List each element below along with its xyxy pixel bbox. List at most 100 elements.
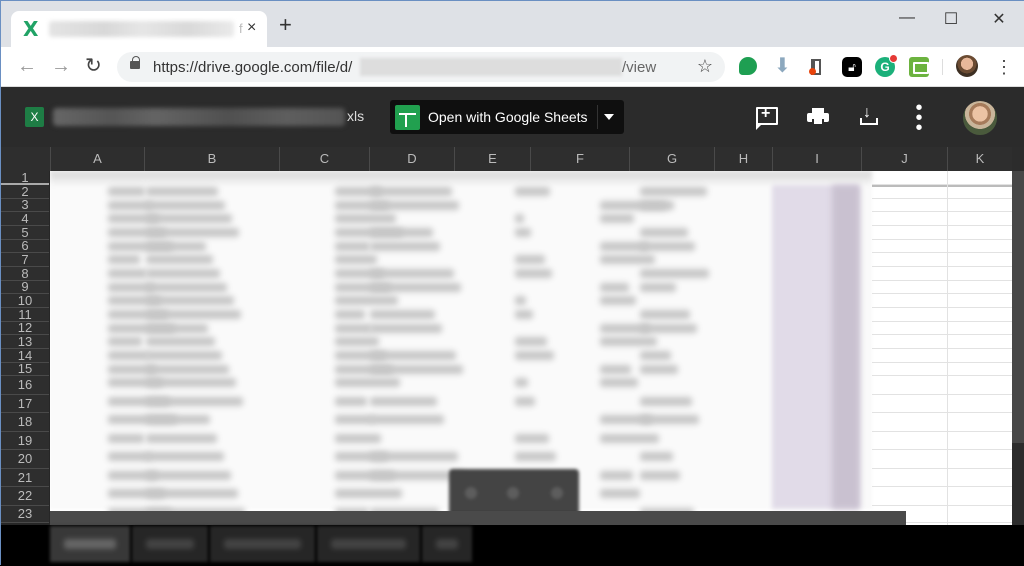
sheet-tab[interactable] bbox=[132, 526, 208, 562]
gridline bbox=[872, 307, 1012, 308]
maximize-button[interactable]: ☐ bbox=[941, 9, 961, 29]
redacted-cell bbox=[600, 337, 657, 346]
redacted-cell bbox=[146, 351, 222, 360]
column-header-i[interactable]: I bbox=[772, 147, 861, 171]
row-header-17[interactable]: 17 bbox=[1, 395, 49, 413]
column-header-h[interactable]: H bbox=[714, 147, 772, 171]
row-header-7[interactable]: 7 bbox=[1, 253, 49, 267]
row-header-19[interactable]: 19 bbox=[1, 432, 49, 450]
redacted-cell bbox=[370, 283, 461, 292]
column-header-k[interactable]: K bbox=[947, 147, 1012, 171]
redacted-cell bbox=[108, 255, 140, 264]
back-button[interactable]: ← bbox=[17, 55, 37, 77]
download-icon[interactable]: ↓ bbox=[859, 105, 879, 126]
redacted-cell bbox=[108, 269, 147, 278]
sheet-tab-label-redacted bbox=[64, 539, 116, 549]
redacted-cell bbox=[370, 351, 456, 360]
add-comment-icon[interactable] bbox=[756, 105, 778, 130]
redacted-cell bbox=[335, 324, 372, 333]
hangouts-icon[interactable] bbox=[739, 57, 757, 75]
row-header-1[interactable]: 1 bbox=[1, 171, 49, 185]
row-header-18[interactable]: 18 bbox=[1, 413, 49, 432]
reload-button[interactable]: ↻ bbox=[85, 55, 102, 77]
print-icon[interactable] bbox=[807, 108, 829, 126]
gridline bbox=[872, 225, 1012, 226]
redacted-cell bbox=[370, 452, 458, 461]
lock-extension-icon[interactable]: 🔓︎ bbox=[842, 57, 862, 77]
redacted-cell bbox=[146, 255, 213, 264]
minimize-button[interactable]: — bbox=[897, 9, 917, 27]
redacted-cell bbox=[108, 434, 144, 443]
zoom-toolbar[interactable] bbox=[449, 469, 579, 517]
gridline bbox=[872, 431, 1012, 432]
row-header-22[interactable]: 22 bbox=[1, 487, 49, 506]
horizontal-scrollbar[interactable] bbox=[50, 511, 906, 525]
browser-window: X f × + — ☐ ✕ ← → ↻ https://drive.google… bbox=[0, 0, 1024, 566]
column-header-b[interactable]: B bbox=[144, 147, 279, 171]
zoom-reset-icon[interactable] bbox=[507, 487, 519, 499]
gridline bbox=[872, 505, 1012, 506]
row-header-20[interactable]: 20 bbox=[1, 450, 49, 469]
tab-close-icon[interactable]: × bbox=[247, 19, 256, 37]
chevron-down-icon[interactable] bbox=[604, 114, 614, 120]
chrome-menu-icon[interactable]: ⋮ bbox=[995, 56, 1013, 78]
redacted-cell bbox=[146, 187, 218, 196]
row-header-10[interactable]: 10 bbox=[1, 294, 49, 308]
redacted-cell bbox=[640, 365, 678, 374]
row-header-23[interactable]: 23 bbox=[1, 506, 49, 523]
column-header-f[interactable]: F bbox=[530, 147, 629, 171]
vertical-scrollbar-thumb[interactable] bbox=[1012, 171, 1024, 443]
redacted-cell bbox=[640, 324, 697, 333]
redacted-cell bbox=[370, 269, 454, 278]
sheet-tab[interactable] bbox=[422, 526, 472, 562]
account-avatar[interactable] bbox=[963, 101, 997, 135]
redacted-cell bbox=[600, 365, 631, 374]
new-tab-button[interactable]: + bbox=[279, 14, 292, 36]
gridline bbox=[872, 293, 1012, 294]
download-arrow-icon[interactable]: ⬇ bbox=[774, 56, 794, 77]
vertical-scrollbar[interactable] bbox=[1012, 147, 1024, 525]
redacted-cell bbox=[108, 351, 149, 360]
sheet-tab[interactable] bbox=[50, 526, 130, 562]
redacted-cell bbox=[146, 201, 225, 210]
sheet-tab[interactable] bbox=[317, 526, 420, 562]
gridline bbox=[872, 449, 1012, 450]
row-header-16[interactable]: 16 bbox=[1, 376, 49, 395]
open-with-google-sheets-button[interactable]: Open with Google Sheets bbox=[390, 100, 624, 134]
address-bar[interactable]: https://drive.google.com/file/d/ /view ☆ bbox=[117, 52, 725, 82]
column-header-d[interactable]: D bbox=[369, 147, 454, 171]
grammarly-icon[interactable]: G bbox=[875, 54, 898, 77]
redacted-cell bbox=[515, 434, 549, 443]
more-options-icon[interactable]: • • • bbox=[914, 98, 924, 138]
row-header-21[interactable]: 21 bbox=[1, 469, 49, 487]
column-header-a[interactable]: A bbox=[50, 147, 144, 171]
redacted-cell bbox=[146, 489, 238, 498]
redacted-cell bbox=[335, 310, 365, 319]
print-friendly-icon[interactable] bbox=[909, 57, 929, 77]
column-header-j[interactable]: J bbox=[861, 147, 947, 171]
browser-tab[interactable]: X f × bbox=[11, 11, 267, 47]
row-header-15[interactable]: 15 bbox=[1, 362, 49, 376]
row-header-13[interactable]: 13 bbox=[1, 335, 49, 349]
row-header-4[interactable]: 4 bbox=[1, 212, 49, 226]
redacted-cell bbox=[640, 269, 709, 278]
close-window-button[interactable]: ✕ bbox=[989, 9, 1009, 29]
column-header-e[interactable]: E bbox=[454, 147, 530, 171]
highlighted-column-values bbox=[832, 185, 860, 509]
redacted-cell bbox=[370, 365, 463, 374]
zoom-out-icon[interactable] bbox=[465, 487, 477, 499]
bookmark-star-icon[interactable]: ☆ bbox=[697, 56, 713, 77]
redacted-cell bbox=[370, 310, 435, 319]
tab-title-tail: f bbox=[239, 21, 243, 36]
redacted-cell bbox=[146, 242, 206, 251]
row-headers: 1 2 3 4 5 6 7 8 9 10 11 12 13 14 15 16 17 18 19 20 21 22 23 bbox=[1, 171, 49, 525]
redacted-cell bbox=[640, 310, 690, 319]
column-header-c[interactable]: C bbox=[279, 147, 369, 171]
profile-avatar[interactable] bbox=[956, 55, 978, 77]
forward-button[interactable]: → bbox=[51, 55, 71, 77]
zoom-in-icon[interactable] bbox=[551, 487, 563, 499]
column-header-g[interactable]: G bbox=[629, 147, 714, 171]
sheet-tab[interactable] bbox=[210, 526, 315, 562]
redacted-cell bbox=[146, 471, 231, 480]
office-icon[interactable] bbox=[807, 57, 827, 77]
